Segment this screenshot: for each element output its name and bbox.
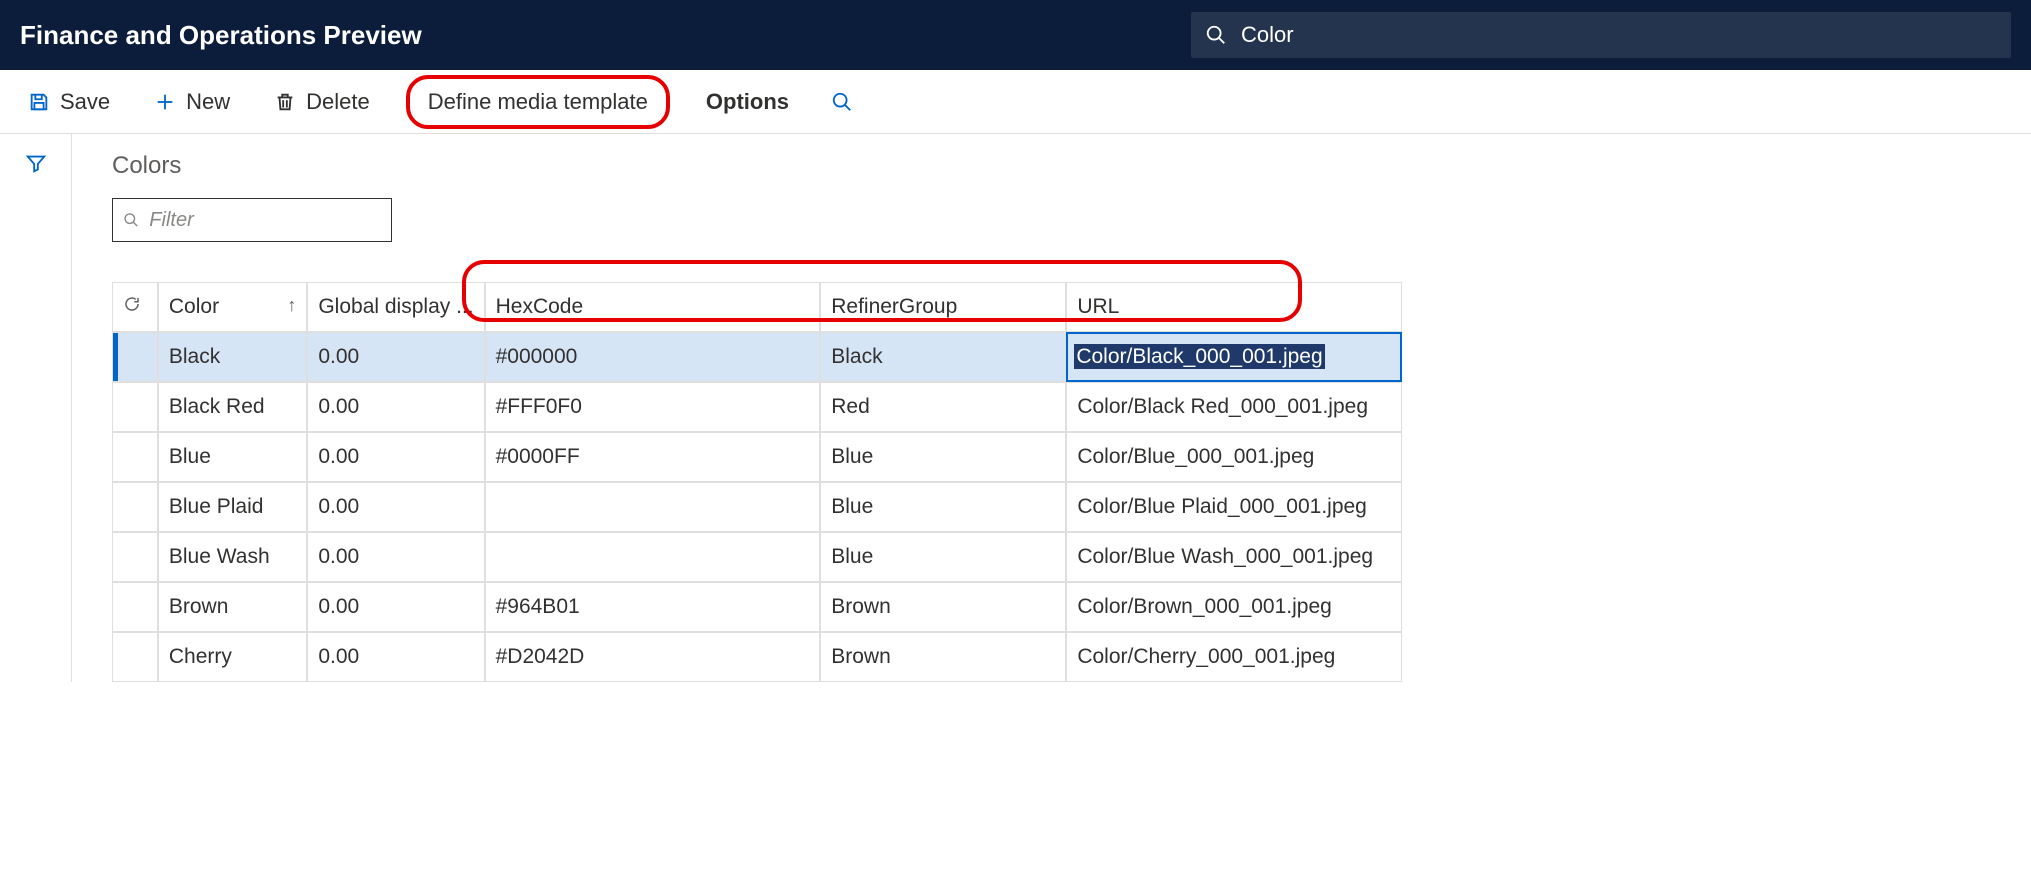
row-selector[interactable]: [112, 632, 158, 682]
cell-color[interactable]: Blue Wash: [158, 532, 307, 582]
cell-url[interactable]: Color/Black Red_000_001.jpeg: [1066, 382, 1402, 432]
column-url[interactable]: URL: [1066, 282, 1402, 332]
sort-asc-icon: ↑: [287, 295, 296, 316]
cell-refiner[interactable]: Blue: [820, 432, 1066, 482]
row-selector[interactable]: [112, 482, 158, 532]
cell-color[interactable]: Black Red: [158, 382, 307, 432]
search-icon: [123, 211, 139, 229]
cell-refiner[interactable]: Red: [820, 382, 1066, 432]
cell-color[interactable]: Blue: [158, 432, 307, 482]
cell-global-display[interactable]: 0.00: [307, 432, 484, 482]
search-icon: [831, 91, 853, 113]
table-row[interactable]: Black Red0.00#FFF0F0RedColor/Black Red_0…: [112, 382, 1402, 432]
cell-color[interactable]: Cherry: [158, 632, 307, 682]
refresh-column[interactable]: [112, 282, 158, 332]
colors-grid: Color ↑ Global display ... HexCode Refin…: [112, 282, 1402, 682]
delete-button[interactable]: Delete: [266, 83, 378, 121]
new-button[interactable]: New: [146, 83, 238, 121]
refresh-icon: [123, 295, 141, 313]
cell-global-display[interactable]: 0.00: [307, 482, 484, 532]
cell-hexcode[interactable]: #FFF0F0: [485, 382, 821, 432]
global-search[interactable]: [1191, 12, 2011, 58]
new-label: New: [186, 89, 230, 115]
row-selector[interactable]: [112, 582, 158, 632]
cell-url[interactable]: Color/Blue Wash_000_001.jpeg: [1066, 532, 1402, 582]
table-row[interactable]: Black0.00#000000BlackColor/Black_000_001…: [112, 332, 1402, 382]
search-icon: [1205, 24, 1227, 46]
cell-url[interactable]: Color/Brown_000_001.jpeg: [1066, 582, 1402, 632]
options-label: Options: [706, 89, 789, 115]
column-global-display[interactable]: Global display ...: [307, 282, 484, 332]
cell-global-display[interactable]: 0.00: [307, 632, 484, 682]
cell-refiner[interactable]: Brown: [820, 632, 1066, 682]
cell-hexcode[interactable]: [485, 532, 821, 582]
table-row[interactable]: Blue0.00#0000FFBlueColor/Blue_000_001.jp…: [112, 432, 1402, 482]
table-row[interactable]: Cherry0.00#D2042DBrownColor/Cherry_000_0…: [112, 632, 1402, 682]
cell-global-display[interactable]: 0.00: [307, 582, 484, 632]
cell-refiner[interactable]: Blue: [820, 532, 1066, 582]
grid-filter-input[interactable]: [147, 208, 381, 233]
cell-color[interactable]: Black: [158, 332, 307, 382]
trash-icon: [274, 91, 296, 113]
action-search-button[interactable]: [825, 85, 859, 119]
global-search-input[interactable]: [1239, 21, 1997, 49]
options-button[interactable]: Options: [698, 83, 797, 121]
column-hexcode[interactable]: HexCode: [485, 282, 821, 332]
cell-color[interactable]: Brown: [158, 582, 307, 632]
app-header: Finance and Operations Preview: [0, 0, 2031, 70]
funnel-button[interactable]: [25, 152, 47, 180]
define-media-label: Define media template: [428, 89, 648, 115]
cell-color[interactable]: Blue Plaid: [158, 482, 307, 532]
row-selector[interactable]: [112, 432, 158, 482]
filter-rail: [0, 134, 72, 682]
table-row[interactable]: Blue Plaid0.00 BlueColor/Blue Plaid_000_0…: [112, 482, 1402, 532]
save-icon: [28, 91, 50, 113]
row-selector[interactable]: [112, 332, 158, 382]
column-refiner-group[interactable]: RefinerGroup: [820, 282, 1066, 332]
cell-hexcode[interactable]: #D2042D: [485, 632, 821, 682]
table-row[interactable]: Blue Wash0.00 BlueColor/Blue Wash_000_001…: [112, 532, 1402, 582]
app-title: Finance and Operations Preview: [20, 20, 422, 51]
page-title: Colors: [112, 152, 2031, 180]
plus-icon: [154, 91, 176, 113]
cell-global-display[interactable]: 0.00: [307, 332, 484, 382]
cell-hexcode[interactable]: #000000: [485, 332, 821, 382]
cell-refiner[interactable]: Blue: [820, 482, 1066, 532]
row-selector[interactable]: [112, 382, 158, 432]
funnel-icon: [25, 152, 47, 174]
save-button[interactable]: Save: [20, 83, 118, 121]
column-color[interactable]: Color ↑: [158, 282, 307, 332]
cell-url[interactable]: Color/Black_000_001.jpeg: [1066, 332, 1402, 382]
table-row[interactable]: Brown0.00#964B01BrownColor/Brown_000_001…: [112, 582, 1402, 632]
cell-refiner[interactable]: Black: [820, 332, 1066, 382]
cell-hexcode[interactable]: #0000FF: [485, 432, 821, 482]
cell-url[interactable]: Color/Blue_000_001.jpeg: [1066, 432, 1402, 482]
row-selector[interactable]: [112, 532, 158, 582]
action-bar: Save New Delete Define media template Op…: [0, 70, 2031, 134]
delete-label: Delete: [306, 89, 370, 115]
cell-global-display[interactable]: 0.00: [307, 532, 484, 582]
cell-hexcode[interactable]: #964B01: [485, 582, 821, 632]
selected-text: Color/Black_000_001.jpeg: [1074, 344, 1324, 369]
save-label: Save: [60, 89, 110, 115]
grid-filter[interactable]: [112, 198, 392, 242]
cell-hexcode[interactable]: [485, 482, 821, 532]
cell-global-display[interactable]: 0.00: [307, 382, 484, 432]
cell-url[interactable]: Color/Blue Plaid_000_001.jpeg: [1066, 482, 1402, 532]
grid-header-row: Color ↑ Global display ... HexCode Refin…: [112, 282, 1402, 332]
cell-url[interactable]: Color/Cherry_000_001.jpeg: [1066, 632, 1402, 682]
content-area: Colors Color: [72, 134, 2031, 682]
define-media-button[interactable]: Define media template: [406, 75, 670, 129]
cell-refiner[interactable]: Brown: [820, 582, 1066, 632]
